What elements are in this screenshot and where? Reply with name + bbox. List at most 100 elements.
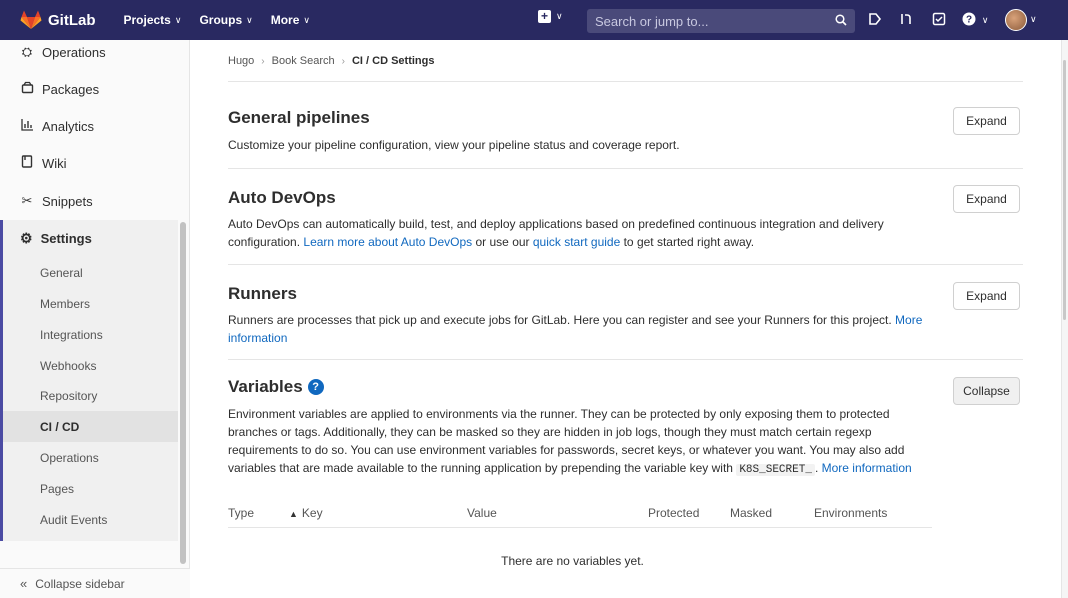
expand-auto-devops-button[interactable]: Expand xyxy=(953,185,1020,213)
chevron-down-icon: ∨ xyxy=(1030,14,1037,24)
settings-item-ci-cd[interactable]: CI / CD xyxy=(3,411,178,442)
search-box[interactable] xyxy=(587,9,855,33)
divider xyxy=(228,264,1023,265)
settings-item-label: Webhooks xyxy=(40,358,97,373)
chevron-right-icon: › xyxy=(261,55,265,67)
empty-state-message: There are no variables yet. xyxy=(501,554,644,568)
settings-item-label: Pages xyxy=(40,481,75,496)
breadcrumb: Hugo › Book Search › CI / CD Settings xyxy=(228,55,434,67)
settings-item-pages[interactable]: Pages xyxy=(3,473,178,504)
project-sidebar: ⛭ Operations Packages Analytics Wiki ✂ S… xyxy=(0,40,190,598)
auto-devops-text: to get started right away. xyxy=(620,235,755,249)
chevron-down-icon: ∨ xyxy=(303,14,310,25)
variables-table-header: Type ▲ Key Value Protected Masked Environ… xyxy=(228,502,932,528)
section-title-runners: Runners xyxy=(228,284,297,303)
search-input[interactable] xyxy=(595,13,835,29)
column-header-type: Type xyxy=(228,506,255,520)
svg-text:?: ? xyxy=(966,15,972,26)
plus-square-icon: + xyxy=(538,10,551,23)
sidebar-item-operations[interactable]: ⛭ Operations xyxy=(0,35,178,69)
user-avatar[interactable] xyxy=(1005,9,1027,31)
help-icon[interactable]: ? xyxy=(307,379,324,395)
section-desc-general-pipelines: Customize your pipeline configuration, v… xyxy=(228,138,680,152)
settings-item-label: Members xyxy=(40,296,91,311)
todo-icon[interactable] xyxy=(932,12,946,29)
collapse-variables-button[interactable]: Collapse xyxy=(953,377,1020,405)
chevron-right-icon: › xyxy=(341,55,345,67)
nav-projects-label: Projects xyxy=(123,13,171,27)
settings-item-audit-events[interactable]: Audit Events xyxy=(3,504,178,535)
section-desc-variables: Environment variables are applied to env… xyxy=(228,405,928,479)
auto-devops-learn-more-link[interactable]: Learn more about Auto DevOps xyxy=(303,235,472,249)
package-icon xyxy=(20,81,34,97)
breadcrumb-link[interactable]: Book Search xyxy=(272,55,335,67)
auto-devops-text: or use our xyxy=(472,235,533,249)
section-title-auto-devops: Auto DevOps xyxy=(228,188,336,207)
sidebar-item-settings[interactable]: ⚙ Settings xyxy=(20,230,92,247)
sidebar-item-label: Analytics xyxy=(42,118,95,134)
sidebar-scrollbar[interactable] xyxy=(180,222,186,564)
settings-item-label: Repository xyxy=(40,388,98,403)
search-icon xyxy=(835,13,847,29)
section-title-general-pipelines: General pipelines xyxy=(228,108,370,127)
chevron-down-icon: ∨ xyxy=(174,14,182,25)
help-dropdown[interactable]: ? ∨ xyxy=(962,12,988,29)
column-header-environments: Environments xyxy=(814,506,888,520)
settings-item-label: General xyxy=(40,265,83,280)
breadcrumb-link[interactable]: Hugo xyxy=(228,55,254,67)
column-header-key-label: Key xyxy=(301,506,323,520)
variables-text: . xyxy=(814,461,822,475)
gear-icon: ⚙ xyxy=(20,230,33,246)
variables-more-information-link[interactable]: More information xyxy=(822,461,912,475)
nav-groups-dropdown[interactable]: Groups ∨ xyxy=(199,13,252,27)
settings-section: ⚙ Settings General Members Integrations … xyxy=(0,220,178,541)
page-scrollbar-thumb[interactable] xyxy=(1063,60,1066,320)
settings-item-webhooks[interactable]: Webhooks xyxy=(3,350,178,381)
divider xyxy=(228,359,1023,360)
settings-item-operations[interactable]: Operations xyxy=(3,442,178,473)
merge-request-icon[interactable] xyxy=(899,12,913,29)
quick-start-guide-link[interactable]: quick start guide xyxy=(533,235,620,249)
scissors-icon: ✂ xyxy=(21,193,33,208)
code-snippet: K8S_SECRET_ xyxy=(736,464,815,476)
sidebar-item-wiki[interactable]: Wiki xyxy=(0,146,178,180)
settings-item-members[interactable]: Members xyxy=(3,288,178,319)
sidebar-item-label: Packages xyxy=(42,81,100,97)
settings-item-integrations[interactable]: Integrations xyxy=(3,319,178,350)
nav-groups-label: Groups xyxy=(199,13,243,27)
divider xyxy=(228,81,1023,82)
main-content: Hugo › Book Search › CI / CD Settings Ge… xyxy=(190,40,1060,598)
settings-item-label: CI / CD xyxy=(40,419,80,434)
new-item-dropdown[interactable]: + ∨ xyxy=(538,10,563,23)
collapse-sidebar-button[interactable]: « Collapse sidebar xyxy=(0,568,190,598)
sidebar-item-snippets[interactable]: ✂ Snippets xyxy=(0,184,178,218)
issues-icon[interactable] xyxy=(868,12,882,29)
expand-runners-button[interactable]: Expand xyxy=(953,282,1020,310)
tanuki-logo-icon xyxy=(20,10,42,29)
chevron-down-icon: ∨ xyxy=(556,11,563,21)
sort-icon: ▲ xyxy=(289,509,298,519)
sidebar-item-label: Settings xyxy=(40,231,92,246)
sidebar-item-packages[interactable]: Packages xyxy=(0,72,178,106)
nav-projects-dropdown[interactable]: Projects ∨ xyxy=(124,13,182,27)
gitlab-logo[interactable]: GitLab xyxy=(20,10,96,30)
settings-item-general[interactable]: General xyxy=(3,257,178,288)
sidebar-item-analytics[interactable]: Analytics xyxy=(0,109,178,143)
section-desc-runners: Runners are processes that pick up and e… xyxy=(228,311,928,347)
double-chevron-left-icon: « xyxy=(20,576,28,591)
brand-name: GitLab xyxy=(48,11,96,29)
settings-item-label: Operations xyxy=(40,450,99,465)
breadcrumb-current: CI / CD Settings xyxy=(351,55,435,67)
nav-more-dropdown[interactable]: More ∨ xyxy=(271,13,310,27)
runners-text: Runners are processes that pick up and e… xyxy=(228,313,896,327)
chevron-down-icon: ∨ xyxy=(246,14,253,25)
expand-general-pipelines-button[interactable]: Expand xyxy=(953,107,1020,135)
column-header-key[interactable]: ▲ Key xyxy=(289,506,323,520)
section-desc-auto-devops: Auto DevOps can automatically build, tes… xyxy=(228,215,928,251)
chevron-down-icon: ∨ xyxy=(981,15,989,25)
settings-item-repository[interactable]: Repository xyxy=(3,380,178,411)
variables-title-text: Variables xyxy=(228,377,303,396)
column-header-protected: Protected xyxy=(648,506,700,520)
column-header-masked: Masked xyxy=(730,506,773,520)
top-navbar: GitLab Projects ∨ Groups ∨ More ∨ + ∨ ? … xyxy=(0,0,1068,40)
